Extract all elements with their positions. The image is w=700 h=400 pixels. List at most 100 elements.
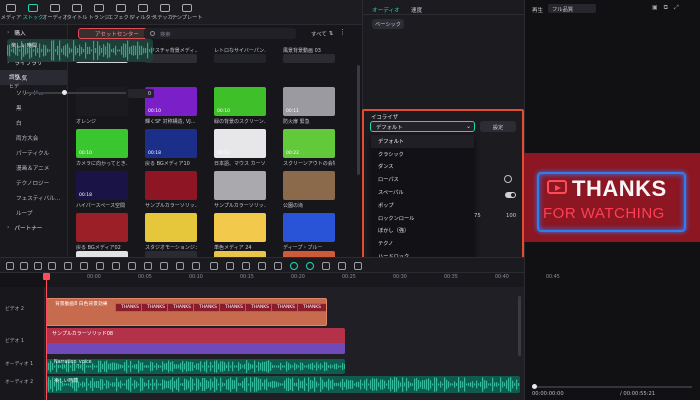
eq-option[interactable]: ロックンロール — [371, 212, 474, 225]
filter-select[interactable]: すべて ⇅ — [311, 28, 335, 39]
quality-dropdown[interactable]: フル品質 — [548, 4, 596, 13]
media-thumbnail[interactable]: スタジオモーションジェ... — [145, 213, 197, 251]
timeline-tool-icon[interactable] — [258, 262, 266, 270]
search-input[interactable]: 検索 — [144, 28, 296, 39]
equalizer-title: イコライザ — [371, 115, 398, 121]
tool-media[interactable]: メディア — [0, 0, 22, 24]
timeline-tool-icon[interactable] — [160, 262, 168, 270]
media-thumbnail[interactable]: ディープ・ブルー — [283, 213, 335, 251]
timeline-tool-icon[interactable] — [176, 262, 184, 270]
media-thumbnail[interactable]: 公園の滝 — [283, 171, 335, 209]
wave-bar — [358, 381, 360, 388]
timeline-tool-icon[interactable] — [192, 262, 200, 270]
wave-bar — [64, 364, 66, 369]
sidebar-item-10[interactable]: テクノロジー — [0, 175, 67, 190]
playhead-line[interactable] — [46, 273, 47, 400]
library-scrollbar[interactable] — [357, 65, 360, 175]
adjust-slider[interactable] — [26, 92, 126, 94]
preview-progress-bar[interactable] — [532, 386, 692, 388]
equalizer-settings-button[interactable]: 設定 — [480, 121, 516, 132]
tab-audio[interactable]: オーディオ — [372, 6, 400, 14]
media-thumbnail[interactable]: 00:18 戻る BGメディア10 — [145, 129, 197, 167]
eq-option[interactable]: クラシック — [371, 148, 474, 161]
sidebar-item-label: テクノロジー — [16, 180, 50, 187]
media-thumbnail[interactable]: 単色メディア 24 — [214, 213, 266, 251]
timeline-tool-icon[interactable] — [354, 262, 362, 270]
eq-option[interactable]: ぼかし（強） — [371, 225, 474, 238]
adjust-value-field[interactable]: 0 — [128, 89, 154, 98]
timeline-tool-icon[interactable] — [322, 262, 330, 270]
media-thumbnail[interactable]: 風景背景動画 03 — [283, 47, 335, 63]
tool-audio[interactable]: オーディオ — [42, 0, 68, 24]
media-thumbnail[interactable]: 00:10 緑の背景のスクリーン... — [214, 87, 266, 125]
tool-stock[interactable]: ストック — [22, 0, 44, 24]
timeline-tool-icon[interactable] — [80, 262, 88, 270]
sidebar-item-9[interactable]: 漫画＆アニメ — [0, 160, 67, 175]
timeline-tool-icon[interactable] — [338, 262, 346, 270]
equalizer-dropdown[interactable]: デフォルト — [370, 121, 475, 132]
tool-titles[interactable]: タイトル — [66, 0, 88, 24]
timeline-tool-icon[interactable] — [226, 262, 234, 270]
basic-subtab[interactable]: ベーシック — [372, 19, 404, 29]
wave-bar — [246, 360, 248, 373]
timeline-tool-icon[interactable] — [112, 262, 120, 270]
media-thumbnail[interactable]: 戻る BGメディア02 — [76, 213, 128, 251]
eq-option[interactable]: ローパス — [371, 173, 474, 186]
timeline-tool-icon[interactable] — [34, 262, 42, 270]
media-thumbnail[interactable]: 00:11 防火扉 緊急 — [283, 87, 335, 125]
sidebar-item-13[interactable]: › パートナー — [0, 220, 67, 235]
timeline-tool-icon[interactable] — [96, 262, 104, 270]
media-thumbnail[interactable]: レトロなサイバーパン... — [214, 47, 266, 63]
timeline-tool-icon[interactable] — [144, 262, 152, 270]
timeline-tool-icon[interactable] — [290, 262, 298, 270]
playhead-handle[interactable] — [43, 273, 50, 280]
media-thumbnail[interactable]: 00:10 カメラに向かってとき... — [76, 129, 128, 167]
sidebar-item-6[interactable]: 白 — [0, 115, 67, 130]
eq-option[interactable]: デフォルト — [371, 135, 474, 148]
timeline-tool-icon[interactable] — [210, 262, 218, 270]
wave-bar — [228, 378, 230, 391]
timeline-tool-icon[interactable] — [64, 262, 72, 270]
timeline-tool-icon[interactable] — [242, 262, 250, 270]
media-thumbnail[interactable]: 00:18 ハイパースペース空間 — [76, 171, 128, 209]
clip-video2[interactable]: 背景動画8 白色背景効果 THANKS THANKS THANKS THANKS THA… — [46, 298, 327, 326]
eq-option[interactable]: ポップ — [371, 199, 474, 212]
timeline-tool-icon[interactable] — [128, 262, 136, 270]
clip-audio2[interactable]: 楽しい時間 — [46, 376, 520, 393]
timeline-tool-icon[interactable] — [6, 262, 14, 270]
adjust-slider-knob[interactable] — [62, 90, 67, 95]
sidebar-item-11[interactable]: フェスティバル... — [0, 190, 67, 205]
tool-filters[interactable]: フィルター — [130, 0, 156, 24]
timeline-tool-icon[interactable] — [306, 262, 314, 270]
tab-speed[interactable]: 速度 — [411, 6, 422, 14]
wave-bar — [324, 361, 326, 372]
media-thumbnail[interactable]: サンプルカラーソリッ... — [214, 171, 266, 209]
media-thumbnail[interactable]: 00:12 日本語、マウス カーソ... — [214, 129, 266, 167]
sidebar-item-5[interactable]: 黒 — [0, 100, 67, 115]
sidebar-item-12[interactable]: ループ — [0, 205, 67, 220]
tool-templates[interactable]: テンプレート — [172, 0, 203, 24]
timeline-tool-icon[interactable] — [48, 262, 56, 270]
timeline-tool-icon[interactable] — [20, 262, 28, 270]
timeline-tool-icon[interactable] — [274, 262, 282, 270]
timeline-scrollbar[interactable] — [518, 296, 521, 356]
timeline-ruler[interactable]: 00:00 00:05 00:10 00:15 00:20 00:25 00:30 00:35… — [45, 273, 560, 287]
clip-video1[interactable]: サンプルカラーソリッド08 — [46, 328, 345, 354]
tool-transitions[interactable]: トランジ — [88, 0, 110, 24]
media-thumbnail[interactable]: 00:22 スクリーンアウトの会場 — [283, 129, 335, 167]
eq-option[interactable]: ダンス — [371, 161, 474, 174]
sidebar-item-0[interactable]: › 購入 — [0, 25, 67, 40]
wave-bar — [53, 40, 55, 61]
eq-option[interactable]: スペーパル — [371, 186, 474, 199]
tool-effects[interactable]: エフェクト — [108, 0, 134, 24]
preview-progress-knob[interactable] — [532, 384, 537, 389]
eq-option[interactable]: テクノ — [371, 237, 474, 250]
preview-tool-icons[interactable]: ▣⧉⤢ — [652, 4, 685, 12]
sidebar-item-7[interactable]: 両方大会 — [0, 130, 67, 145]
reset-icon[interactable] — [504, 175, 512, 183]
toggle-switch[interactable] — [505, 192, 516, 198]
media-thumbnail[interactable]: サンプルカラーソリッ... — [145, 171, 197, 209]
clip-audio1[interactable]: Narration_voice — [46, 359, 345, 374]
sidebar-item-8[interactable]: パーティクル — [0, 145, 67, 160]
more-options-button[interactable]: ⋮ — [339, 28, 351, 39]
